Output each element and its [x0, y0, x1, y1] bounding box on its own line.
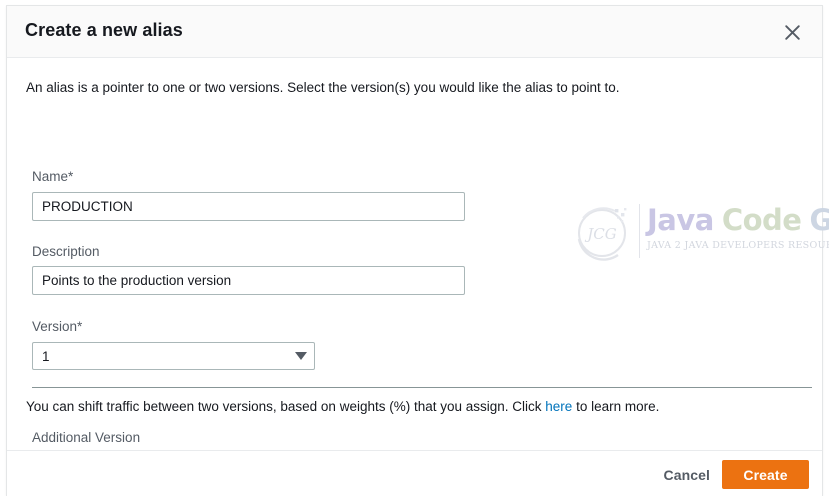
version-select[interactable]: 1: [32, 342, 315, 370]
intro-description: An alias is a pointer to one or two vers…: [26, 80, 620, 95]
section-divider: [32, 387, 812, 388]
traffic-note-after: to learn more.: [572, 399, 660, 414]
page-bottom-edge: [0, 496, 829, 503]
screen: Create a new alias An alias is a pointer…: [0, 0, 829, 503]
watermark-text: JavaCode Geeks JAVA 2 JAVA DEVELOPERS RES…: [647, 203, 829, 252]
modal-body: An alias is a pointer to one or two vers…: [7, 58, 829, 481]
traffic-note-before: You can shift traffic between two versio…: [26, 399, 546, 414]
create-alias-modal: Create a new alias An alias is a pointer…: [6, 5, 829, 496]
name-input[interactable]: [32, 192, 465, 221]
version-select-value: 1: [42, 348, 50, 364]
description-field-label: Description: [32, 244, 100, 259]
description-input[interactable]: [32, 266, 465, 295]
modal-footer: Cancel Create: [7, 450, 822, 496]
watermark-tagline: JAVA 2 JAVA DEVELOPERS RESOURCE CENTER: [647, 240, 829, 251]
learn-more-link[interactable]: here: [545, 399, 572, 414]
chevron-down-icon: [288, 352, 314, 360]
close-icon: [784, 24, 801, 41]
page-title: Create a new alias: [25, 20, 183, 40]
additional-version-field-label: Additional Version: [32, 430, 141, 445]
cancel-button[interactable]: Cancel: [657, 462, 716, 488]
watermark-word-geeks: Geeks: [809, 203, 829, 237]
jcg-monogram-icon: JCG: [571, 202, 633, 264]
traffic-note: You can shift traffic between two versio…: [26, 399, 659, 414]
version-field-label: Version*: [32, 319, 83, 334]
close-button[interactable]: [775, 15, 809, 49]
watermark-word-java: Java: [647, 203, 714, 237]
create-button[interactable]: Create: [722, 460, 809, 489]
watermark-divider: [639, 204, 640, 258]
watermark-word-code: Code: [721, 203, 802, 237]
name-field-label: Name*: [32, 169, 74, 184]
svg-text:JCG: JCG: [584, 225, 616, 243]
modal-header: Create a new alias: [7, 6, 822, 58]
java-code-geeks-watermark: JCG JavaCode Geeks JAVA 2 JAVA DEVELOPERS…: [565, 196, 829, 268]
